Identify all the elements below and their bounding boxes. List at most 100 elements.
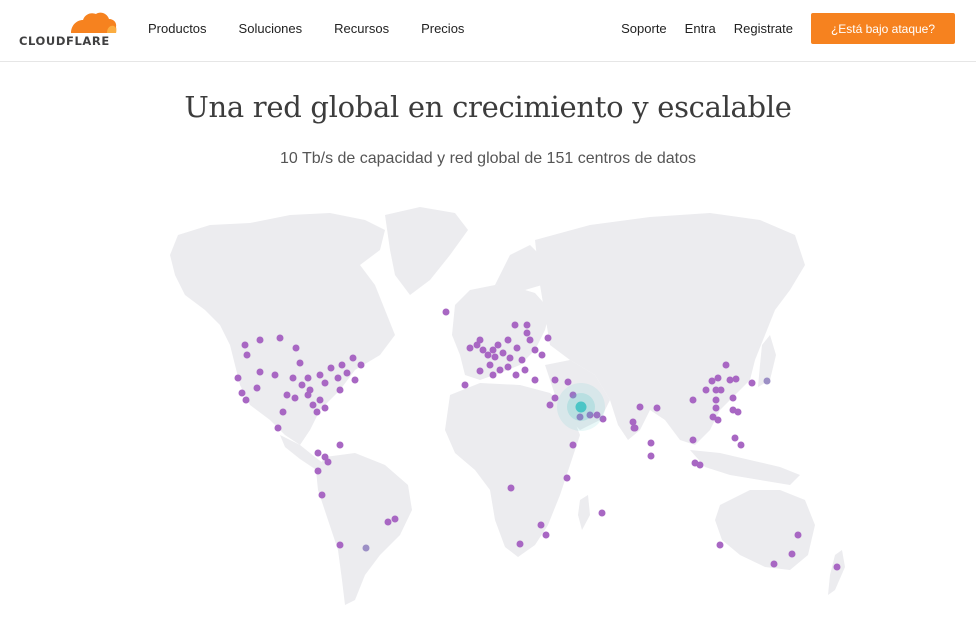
datacenter-dot[interactable] xyxy=(489,371,497,379)
datacenter-dot[interactable] xyxy=(689,396,697,404)
datacenter-dot[interactable] xyxy=(506,354,514,362)
datacenter-dot[interactable] xyxy=(461,381,469,389)
datacenter-dot[interactable] xyxy=(542,531,550,539)
datacenter-dot[interactable] xyxy=(242,396,250,404)
datacenter-dot[interactable] xyxy=(714,416,722,424)
datacenter-dot[interactable] xyxy=(309,401,317,409)
datacenter-dot[interactable] xyxy=(336,441,344,449)
cloudflare-logo[interactable]: CLOUDFLARE xyxy=(19,11,119,48)
datacenter-dot[interactable] xyxy=(304,391,312,399)
datacenter-dot[interactable] xyxy=(726,376,734,384)
datacenter-dot[interactable] xyxy=(691,459,699,467)
datacenter-dot[interactable] xyxy=(531,346,539,354)
datacenter-dot[interactable] xyxy=(283,391,291,399)
datacenter-dot[interactable] xyxy=(296,359,304,367)
datacenter-dot[interactable] xyxy=(511,321,519,329)
datacenter-dot[interactable] xyxy=(289,374,297,382)
datacenter-dot[interactable] xyxy=(714,374,722,382)
datacenter-dot[interactable] xyxy=(507,484,515,492)
datacenter-dot[interactable] xyxy=(489,346,497,354)
datacenter-dot[interactable] xyxy=(712,404,720,412)
datacenter-dot[interactable] xyxy=(631,424,639,432)
datacenter-dot[interactable] xyxy=(629,418,637,426)
under-attack-button[interactable]: ¿Está bajo ataque? xyxy=(811,13,955,44)
datacenter-dot[interactable] xyxy=(499,349,507,357)
datacenter-dot[interactable] xyxy=(357,361,365,369)
nav-precios[interactable]: Precios xyxy=(421,21,464,36)
datacenter-dot[interactable] xyxy=(274,424,282,432)
datacenter-dot[interactable] xyxy=(689,436,697,444)
datacenter-dot[interactable] xyxy=(523,329,531,337)
datacenter-dot[interactable] xyxy=(717,386,725,394)
datacenter-dot[interactable] xyxy=(351,376,359,384)
datacenter-dot[interactable] xyxy=(732,375,740,383)
datacenter-dot[interactable] xyxy=(788,550,796,558)
datacenter-dot[interactable] xyxy=(334,374,342,382)
datacenter-dot[interactable] xyxy=(271,371,279,379)
datacenter-dot[interactable] xyxy=(324,458,332,466)
datacenter-dot[interactable] xyxy=(636,403,644,411)
nav-recursos[interactable]: Recursos xyxy=(334,21,389,36)
datacenter-dot[interactable] xyxy=(734,408,742,416)
datacenter-dot[interactable] xyxy=(551,376,559,384)
datacenter-dot[interactable] xyxy=(551,394,559,402)
datacenter-dot[interactable] xyxy=(722,361,730,369)
datacenter-dot[interactable] xyxy=(256,336,264,344)
datacenter-dot[interactable] xyxy=(537,521,545,529)
datacenter-dot[interactable] xyxy=(702,386,710,394)
datacenter-dot[interactable] xyxy=(321,404,329,412)
datacenter-dot[interactable] xyxy=(763,377,771,385)
datacenter-dot[interactable] xyxy=(598,509,606,517)
datacenter-dot[interactable] xyxy=(291,394,299,402)
nav-productos[interactable]: Productos xyxy=(148,21,207,36)
datacenter-dot[interactable] xyxy=(737,441,745,449)
datacenter-dot[interactable] xyxy=(748,379,756,387)
datacenter-dot[interactable] xyxy=(716,541,724,549)
datacenter-dot[interactable] xyxy=(276,334,284,342)
datacenter-dot[interactable] xyxy=(770,560,778,568)
datacenter-dot[interactable] xyxy=(313,408,321,416)
datacenter-dot[interactable] xyxy=(504,363,512,371)
datacenter-dot[interactable] xyxy=(238,389,246,397)
datacenter-dot[interactable] xyxy=(316,371,324,379)
datacenter-dot[interactable] xyxy=(316,396,324,404)
datacenter-dot[interactable] xyxy=(564,378,572,386)
datacenter-dot[interactable] xyxy=(442,308,450,316)
datacenter-dot[interactable] xyxy=(314,449,322,457)
datacenter-dot[interactable] xyxy=(526,336,534,344)
datacenter-dot[interactable] xyxy=(708,377,716,385)
datacenter-dot[interactable] xyxy=(491,353,499,361)
datacenter-dot[interactable] xyxy=(516,540,524,548)
datacenter-dot[interactable] xyxy=(647,439,655,447)
datacenter-dot[interactable] xyxy=(484,351,492,359)
datacenter-dot[interactable] xyxy=(569,441,577,449)
datacenter-dot[interactable] xyxy=(544,334,552,342)
nav-entra[interactable]: Entra xyxy=(685,21,716,36)
datacenter-dot[interactable] xyxy=(321,379,329,387)
datacenter-dot[interactable] xyxy=(338,361,346,369)
datacenter-dot[interactable] xyxy=(512,371,520,379)
datacenter-dot[interactable] xyxy=(343,369,351,377)
datacenter-dot[interactable] xyxy=(513,344,521,352)
datacenter-dot[interactable] xyxy=(538,351,546,359)
datacenter-dot[interactable] xyxy=(563,474,571,482)
datacenter-dot[interactable] xyxy=(384,518,392,526)
datacenter-dot[interactable] xyxy=(653,404,661,412)
datacenter-dot[interactable] xyxy=(241,341,249,349)
nav-soporte[interactable]: Soporte xyxy=(621,21,667,36)
datacenter-dot[interactable] xyxy=(518,356,526,364)
datacenter-dot[interactable] xyxy=(234,374,242,382)
datacenter-dot[interactable] xyxy=(349,354,357,362)
datacenter-dot[interactable] xyxy=(712,396,720,404)
datacenter-dot[interactable] xyxy=(494,341,502,349)
datacenter-dot[interactable] xyxy=(243,351,251,359)
datacenter-dot[interactable] xyxy=(476,336,484,344)
datacenter-dot[interactable] xyxy=(298,381,306,389)
datacenter-dot[interactable] xyxy=(729,394,737,402)
datacenter-dot[interactable] xyxy=(546,401,554,409)
datacenter-dot[interactable] xyxy=(476,367,484,375)
datacenter-dot[interactable] xyxy=(504,336,512,344)
datacenter-dot[interactable] xyxy=(279,408,287,416)
datacenter-dot[interactable] xyxy=(336,541,344,549)
nav-registrate[interactable]: Registrate xyxy=(734,21,793,36)
